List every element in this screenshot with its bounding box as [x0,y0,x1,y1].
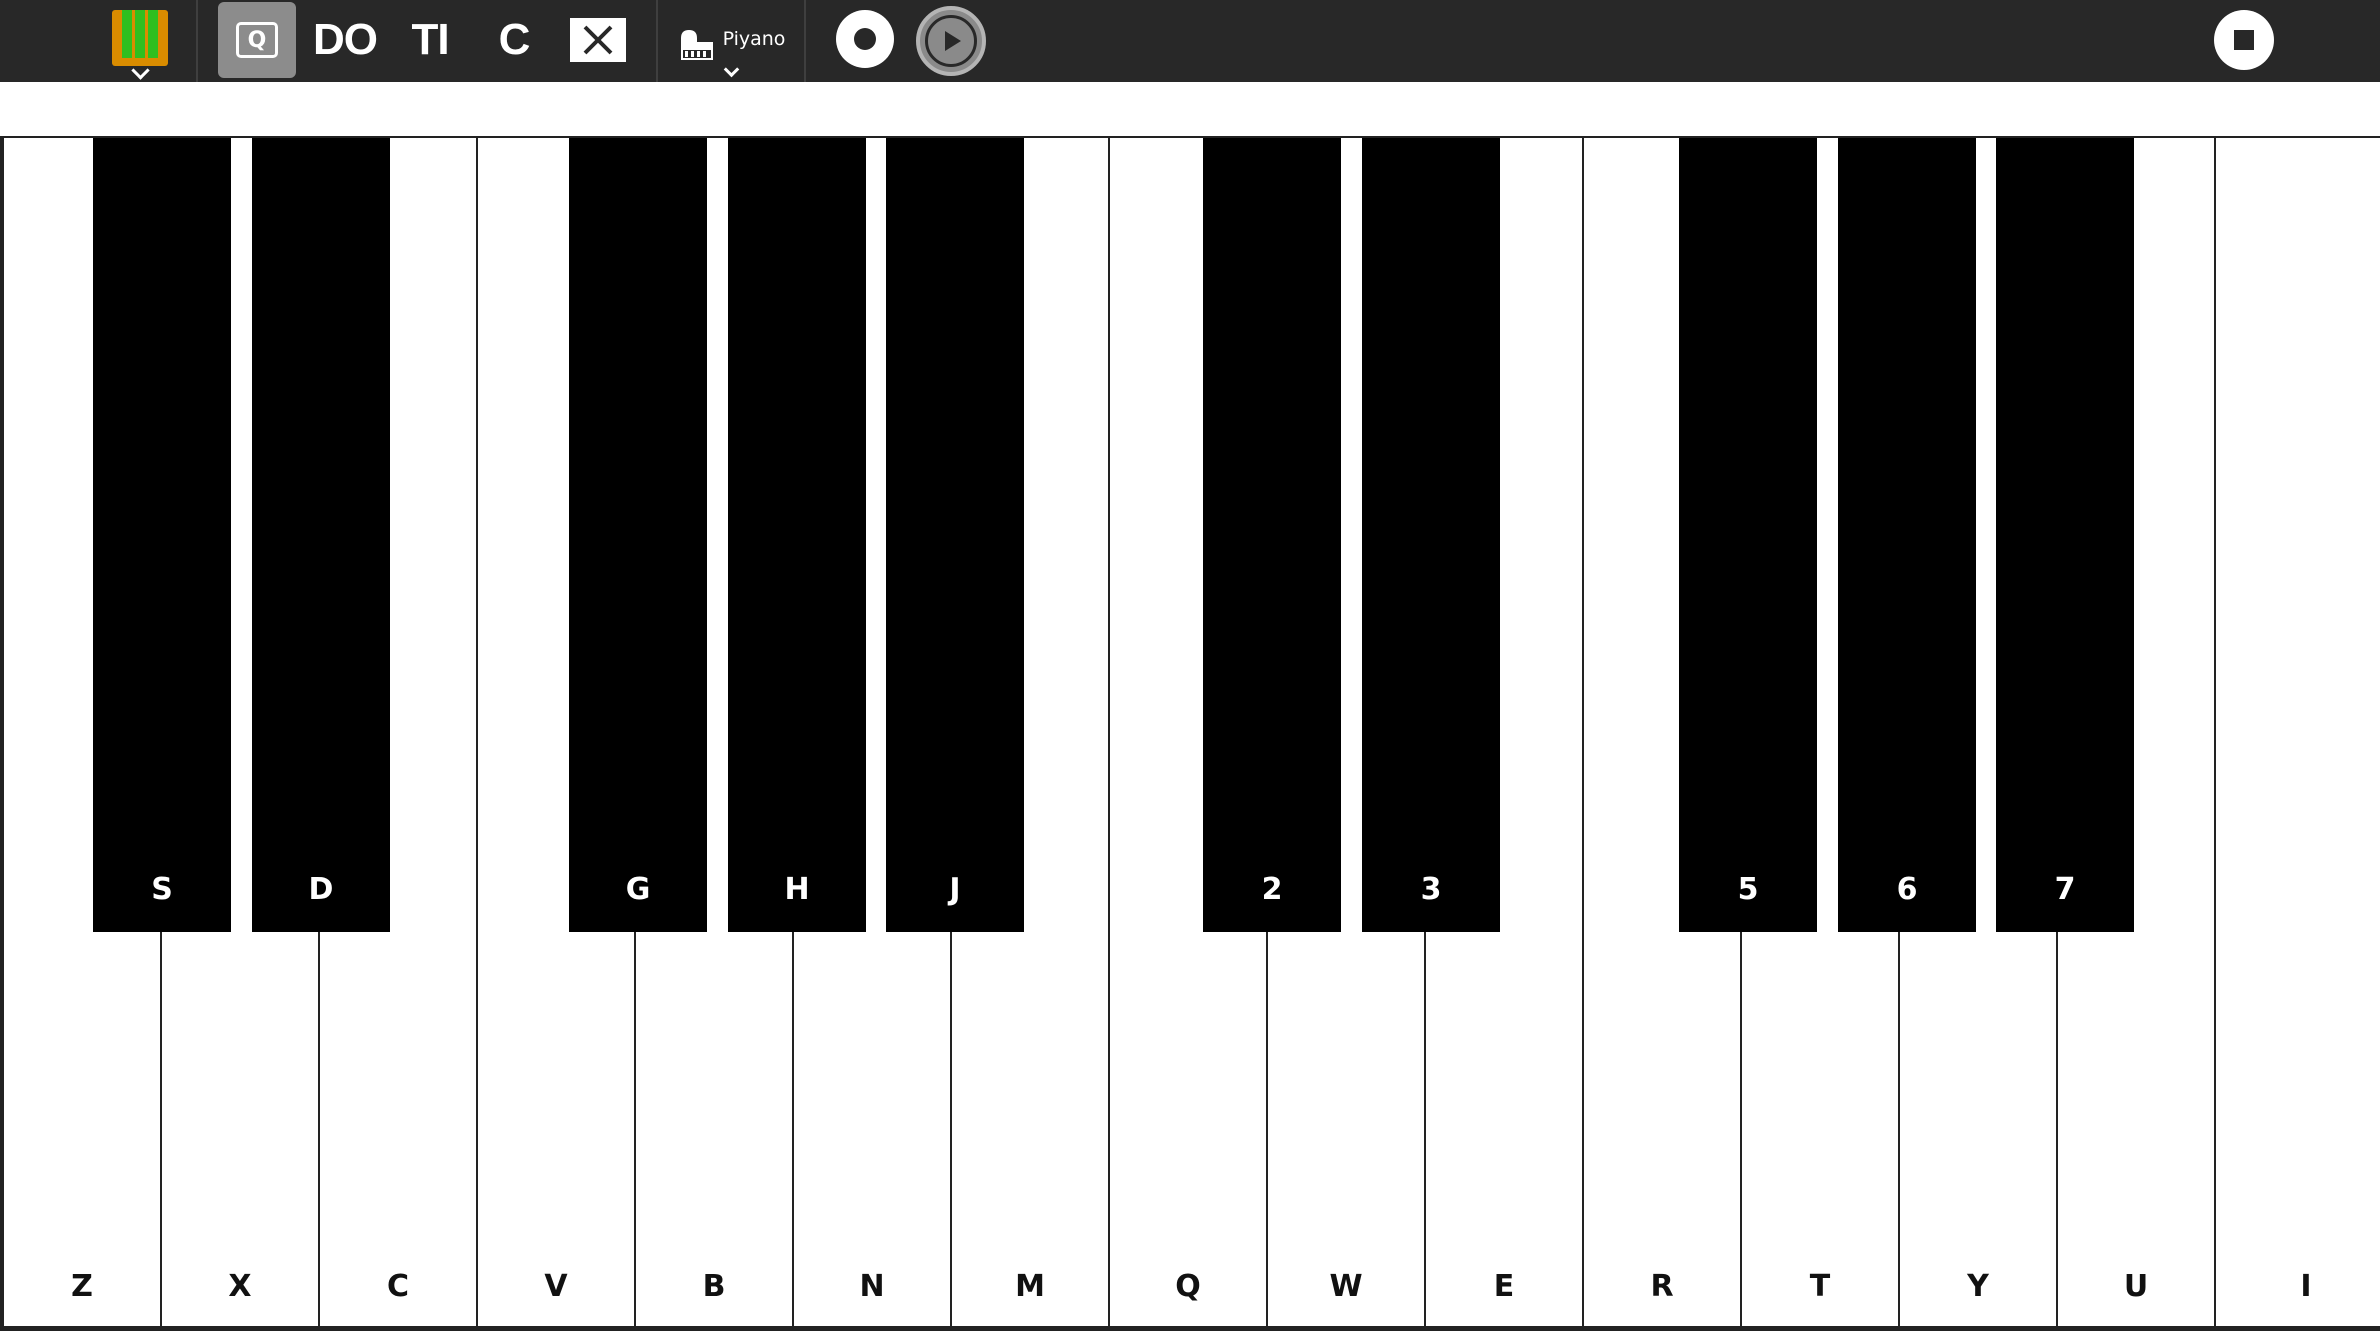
key-label: T [1809,1269,1831,1304]
key-label: 6 [1896,872,1918,907]
key-label: X [228,1269,252,1304]
black-key[interactable]: 6 [1838,138,1976,932]
keyboard-mode-button[interactable]: Q [218,2,296,78]
ti-button[interactable]: TI [404,14,456,66]
key-label: H [784,872,810,907]
activity-button[interactable] [112,10,168,66]
key-label: S [151,872,173,907]
key-label: 3 [1420,872,1442,907]
activity-icon [122,10,132,58]
black-key[interactable]: D [252,138,390,932]
black-key[interactable]: 3 [1362,138,1500,932]
do-label: DO [313,15,378,64]
key-label: B [702,1269,726,1304]
instrument-label: Piyano [722,28,786,50]
key-label: J [949,872,961,907]
activity-icon-stripe [148,10,158,58]
do-button[interactable]: DO [312,14,378,66]
black-key[interactable]: 5 [1679,138,1817,932]
record-icon [854,28,876,50]
piano-keyboard: Z X C V B N M Q W E R T Y U I S D G H J … [0,138,2380,1331]
black-key[interactable]: 2 [1203,138,1341,932]
ti-label: TI [411,15,449,64]
key-label: W [1329,1269,1363,1304]
c-button[interactable]: C [494,14,534,66]
c-label: C [498,15,531,64]
key-label: Z [71,1269,93,1304]
key-label: I [2300,1269,2312,1304]
key-label: C [386,1269,410,1304]
key-label: 5 [1737,872,1759,907]
black-key[interactable]: H [728,138,866,932]
activity-icon-stripe [135,10,145,58]
white-key[interactable]: I [2216,138,2380,1326]
toolbar: Q DO TI C Piyano [0,0,2380,82]
record-button[interactable] [836,10,894,68]
toolbar-separator [196,0,198,82]
black-key[interactable]: J [886,138,1024,932]
black-key[interactable]: S [93,138,231,932]
key-label: D [308,872,334,907]
keyboard-mode-icon: Q [236,22,278,58]
play-icon [925,15,977,67]
key-label: R [1650,1269,1674,1304]
piano-icon [680,30,713,60]
note-display-strip [0,82,2380,138]
clear-button[interactable] [570,18,626,62]
black-key[interactable]: 7 [1996,138,2134,932]
play-button[interactable] [916,6,986,76]
clear-icon [583,25,613,55]
toolbar-separator [656,0,658,82]
key-label: M [1015,1269,1045,1304]
key-label: Q [1175,1269,1201,1304]
stop-icon [2234,30,2254,50]
key-label: U [2123,1269,2149,1304]
key-label: E [1493,1269,1515,1304]
key-label: G [625,872,651,907]
black-key[interactable]: G [569,138,707,932]
key-label: Y [1967,1269,1989,1304]
key-label: 7 [2054,872,2076,907]
key-label: V [544,1269,568,1304]
key-label: N [859,1269,885,1304]
stop-button[interactable] [2214,10,2274,70]
key-label: 2 [1261,872,1283,907]
toolbar-separator [804,0,806,82]
